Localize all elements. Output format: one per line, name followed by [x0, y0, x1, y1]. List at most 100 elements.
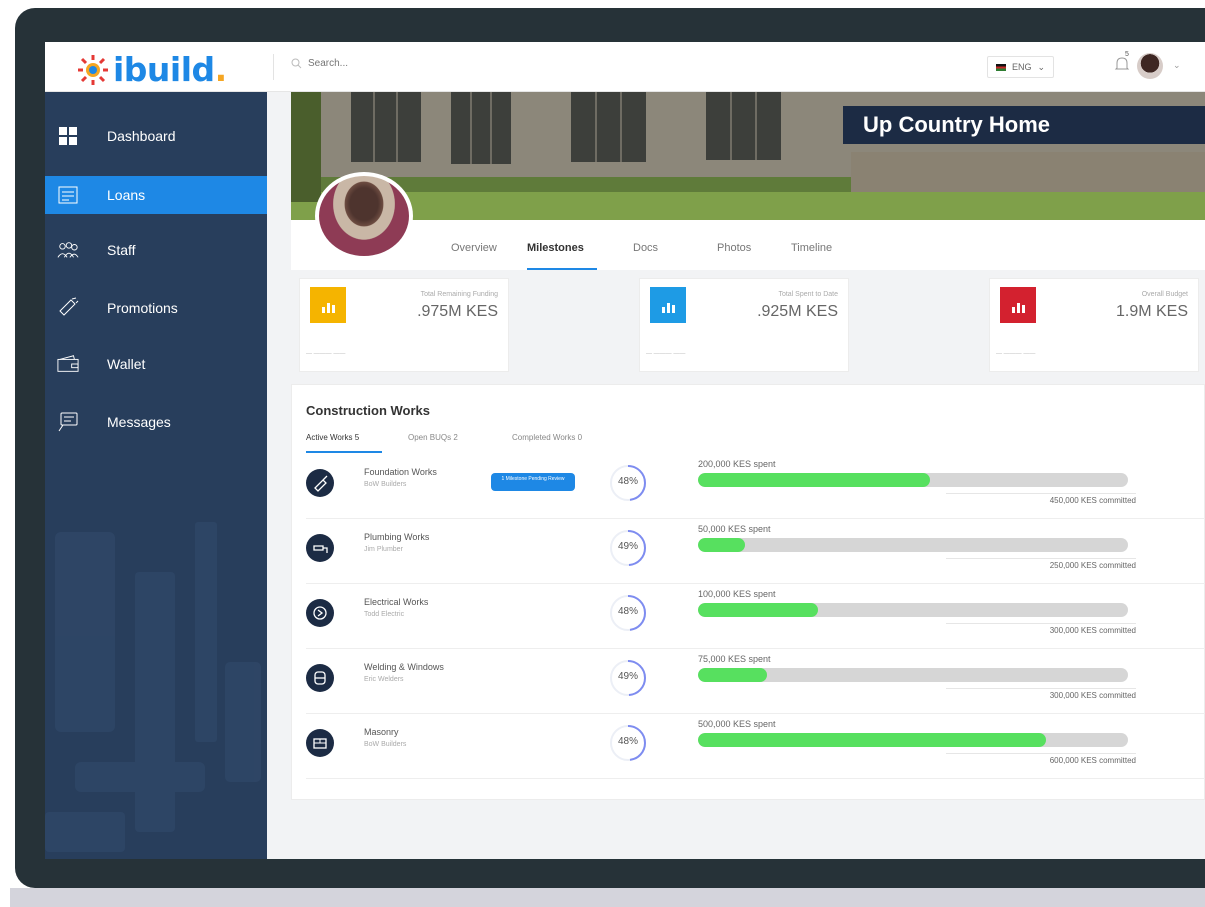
notification-button[interactable]: 5: [1113, 51, 1131, 78]
people-icon: [57, 239, 79, 261]
dashboard-grid-icon: [57, 125, 79, 147]
sidebar-item-wallet[interactable]: Wallet: [45, 344, 267, 384]
work-row[interactable]: Plumbing Works Jim Plumber 49% 50,000 KE…: [306, 520, 1205, 584]
search-bar[interactable]: [291, 58, 508, 69]
tab-open-buqs[interactable]: Open BUQs 2: [408, 433, 458, 442]
stat-card-overall-budget: Overall Budget 1.9M KES — ——— ——: [989, 278, 1199, 372]
user-avatar[interactable]: [1137, 53, 1163, 79]
tab-timeline[interactable]: Timeline: [791, 242, 832, 254]
user-menu-chevron-icon[interactable]: ⌄: [1173, 60, 1181, 71]
amount-spent: 100,000 KES spent: [698, 589, 776, 599]
project-owner-avatar[interactable]: [315, 172, 413, 260]
work-name: Foundation Works: [364, 467, 437, 477]
device-base: [10, 888, 1205, 907]
stat-footer: — ——— ——: [306, 351, 346, 357]
amount-spent: 200,000 KES spent: [698, 459, 776, 469]
language-select[interactable]: ENG ⌄: [987, 56, 1055, 78]
trowel-icon: [306, 469, 334, 497]
spend-progress-fill: [698, 538, 746, 552]
amount-committed: 600,000 KES committed: [946, 753, 1136, 765]
sidebar: Dashboard Loans Staff Promotions Wallet …: [45, 92, 267, 859]
main-content: Up Country Home Overview Milestones Docs…: [267, 92, 1205, 859]
tab-completed-works[interactable]: Completed Works 0: [512, 433, 582, 442]
spend-progress-fill: [698, 603, 819, 617]
construction-works-panel: Construction Works Active Works 5 Open B…: [291, 384, 1205, 800]
sidebar-item-label: Dashboard: [107, 128, 176, 144]
sidebar-item-staff[interactable]: Staff: [45, 230, 267, 270]
chart-bars-icon: [1000, 287, 1036, 323]
active-tab-indicator: [306, 451, 382, 453]
kenya-flag-icon: [996, 63, 1006, 71]
tab-milestones[interactable]: Milestones: [527, 242, 584, 254]
chat-icon: [57, 411, 79, 433]
amount-spent: 500,000 KES spent: [698, 719, 776, 729]
language-label: ENG: [1012, 62, 1032, 72]
tab-docs[interactable]: Docs: [633, 242, 658, 254]
section-title: Construction Works: [306, 403, 430, 418]
progress-percent: 48%: [617, 606, 638, 617]
spend-progress-bar: [698, 733, 1128, 747]
faucet-icon: [306, 534, 334, 562]
contractor-name: BoW Builders: [364, 741, 407, 748]
sun-logo-icon: [78, 54, 108, 85]
sidebar-item-loans[interactable]: Loans: [45, 176, 267, 214]
stat-label: Total Spent to Date: [778, 291, 838, 298]
contractor-name: Jim Plumber: [364, 546, 403, 553]
tab-overview[interactable]: Overview: [451, 242, 497, 254]
chart-bars-icon: [650, 287, 686, 323]
sidebar-item-label: Staff: [107, 242, 136, 258]
amount-spent: 50,000 KES spent: [698, 524, 771, 534]
active-tab-indicator: [527, 268, 597, 270]
stat-label: Total Remaining Funding: [420, 291, 498, 298]
amount-spent: 75,000 KES spent: [698, 654, 771, 664]
brand-name: ibuild.: [113, 50, 227, 89]
calendar-list-icon: [57, 184, 79, 206]
sidebar-item-label: Messages: [107, 414, 171, 430]
top-bar: ibuild. ENG ⌄ 5 ⌄: [45, 42, 1205, 92]
sidebar-item-messages[interactable]: Messages: [45, 402, 267, 442]
progress-percent: 48%: [617, 736, 638, 747]
work-row[interactable]: Foundation Works BoW Builders 1 Mileston…: [306, 455, 1205, 519]
spend-progress-fill: [698, 473, 931, 487]
pending-review-badge[interactable]: 1 Milestone Pending Review: [491, 473, 575, 491]
search-input[interactable]: [308, 58, 508, 69]
amount-committed: 250,000 KES committed: [946, 558, 1136, 570]
progress-percent: 49%: [617, 541, 638, 552]
tools-background-illustration: [45, 522, 261, 852]
work-row[interactable]: Welding & Windows Eric Welders 49% 75,00…: [306, 650, 1205, 714]
spend-progress-bar: [698, 473, 1128, 487]
logo[interactable]: ibuild.: [75, 50, 227, 89]
sidebar-item-label: Loans: [107, 187, 146, 203]
spend-progress-fill: [698, 668, 767, 682]
work-name: Electrical Works: [364, 597, 429, 607]
spend-progress-bar: [698, 538, 1128, 552]
work-row[interactable]: Electrical Works Todd Electric 48% 100,0…: [306, 585, 1205, 649]
window-icon: [306, 664, 334, 692]
brick-icon: [306, 729, 334, 757]
stat-card-total-spent: Total Spent to Date .925M KES — ——— ——: [639, 278, 849, 372]
sidebar-item-dashboard[interactable]: Dashboard: [45, 116, 267, 156]
contractor-name: Todd Electric: [364, 611, 405, 618]
megaphone-icon: [57, 297, 79, 319]
stat-card-remaining-funding: Total Remaining Funding .975M KES — ——— …: [299, 278, 509, 372]
stat-value: .925M KES: [757, 303, 838, 320]
spend-progress-fill: [698, 733, 1047, 747]
work-name: Welding & Windows: [364, 662, 444, 672]
stat-footer: — ——— ——: [646, 351, 686, 357]
amount-committed: 300,000 KES committed: [946, 623, 1136, 635]
sidebar-item-label: Wallet: [107, 356, 146, 372]
stat-label: Overall Budget: [1141, 291, 1188, 298]
notification-count: 5: [1125, 51, 1129, 58]
tab-photos[interactable]: Photos: [717, 242, 751, 254]
sidebar-item-promotions[interactable]: Promotions: [45, 288, 267, 328]
contractor-name: Eric Welders: [364, 676, 404, 683]
work-row[interactable]: Masonry BoW Builders 48% 500,000 KES spe…: [306, 715, 1205, 779]
progress-percent: 49%: [617, 671, 638, 682]
tab-active-works[interactable]: Active Works 5: [306, 433, 359, 442]
sidebar-item-label: Promotions: [107, 300, 178, 316]
plug-icon: [306, 599, 334, 627]
spend-progress-bar: [698, 668, 1128, 682]
stat-value: .975M KES: [417, 303, 498, 320]
search-icon: [291, 58, 302, 69]
stat-value: 1.9M KES: [1115, 303, 1188, 320]
